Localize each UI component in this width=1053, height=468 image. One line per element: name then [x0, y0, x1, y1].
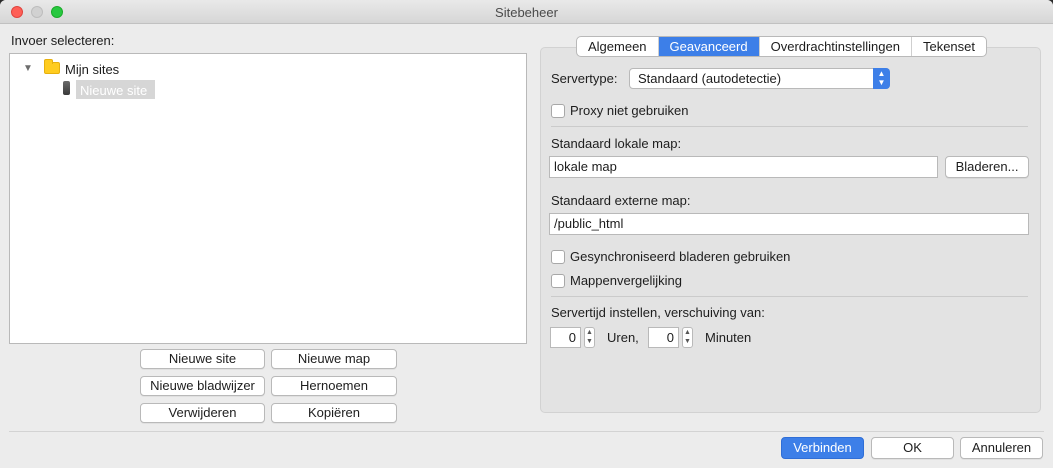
site-tree[interactable]: ▼ Mijn sites Nieuwe site: [9, 53, 527, 344]
proxy-label: Proxy niet gebruiken: [570, 103, 689, 118]
hours-label: Uren,: [607, 330, 639, 345]
tree-item-my-sites[interactable]: Mijn sites: [65, 62, 119, 77]
proxy-checkbox[interactable]: [551, 104, 565, 118]
select-entry-label: Invoer selecteren:: [11, 33, 115, 48]
copy-button[interactable]: Kopiëren: [271, 403, 397, 423]
settings-tabs: Algemeen Geavanceerd Overdrachtinstellin…: [576, 36, 988, 57]
dir-compare-label: Mappenvergelijking: [570, 273, 683, 288]
ok-button[interactable]: OK: [871, 437, 954, 459]
local-dir-input[interactable]: lokale map: [549, 156, 938, 178]
cancel-button[interactable]: Annuleren: [960, 437, 1043, 459]
servertype-value: Standaard (autodetectie): [638, 71, 782, 86]
dir-compare-checkbox[interactable]: [551, 274, 565, 288]
servertype-label: Servertype:: [551, 71, 618, 86]
tab-general[interactable]: Algemeen: [577, 37, 659, 56]
sync-browse-label: Gesynchroniseerd bladeren gebruiken: [570, 249, 791, 264]
window-title: Sitebeheer: [495, 5, 558, 20]
servertype-select[interactable]: Standaard (autodetectie) ▲ ▼: [629, 68, 890, 89]
time-offset-label: Servertijd instellen, verschuiving van:: [551, 305, 765, 320]
delete-button[interactable]: Verwijderen: [140, 403, 265, 423]
browse-button[interactable]: Bladeren...: [945, 156, 1029, 178]
separator: [551, 296, 1028, 297]
remote-dir-label: Standaard externe map:: [551, 193, 691, 208]
up-down-arrow-icon: ▲ ▼: [873, 68, 890, 89]
footer-separator: [9, 431, 1044, 432]
new-bookmark-button[interactable]: Nieuwe bladwijzer: [140, 376, 265, 396]
tab-transfer-settings[interactable]: Overdrachtinstellingen: [760, 37, 912, 56]
connect-button[interactable]: Verbinden: [781, 437, 864, 459]
hours-input[interactable]: 0: [550, 327, 581, 348]
sync-browse-checkbox[interactable]: [551, 250, 565, 264]
tab-charset[interactable]: Tekenset: [912, 37, 986, 56]
tab-advanced[interactable]: Geavanceerd: [658, 37, 760, 56]
new-folder-button[interactable]: Nieuwe map: [271, 349, 397, 369]
tree-item-new-site[interactable]: Nieuwe site: [76, 80, 155, 99]
new-site-button[interactable]: Nieuwe site: [140, 349, 265, 369]
folder-icon: [44, 59, 60, 74]
local-dir-label: Standaard lokale map:: [551, 136, 682, 151]
site-manager-window: Sitebeheer Invoer selecteren: ▼ Mijn sit…: [0, 0, 1053, 468]
server-icon: [63, 81, 70, 95]
minutes-input[interactable]: 0: [648, 327, 679, 348]
rename-button[interactable]: Hernoemen: [271, 376, 397, 396]
title-bar: Sitebeheer: [0, 0, 1053, 24]
hours-stepper[interactable]: ▲ ▼: [584, 327, 595, 348]
remote-dir-input[interactable]: /public_html: [549, 213, 1029, 235]
separator: [551, 126, 1028, 127]
minutes-label: Minuten: [705, 330, 752, 345]
disclosure-triangle-icon[interactable]: ▼: [23, 63, 33, 74]
minutes-stepper[interactable]: ▲ ▼: [682, 327, 693, 348]
